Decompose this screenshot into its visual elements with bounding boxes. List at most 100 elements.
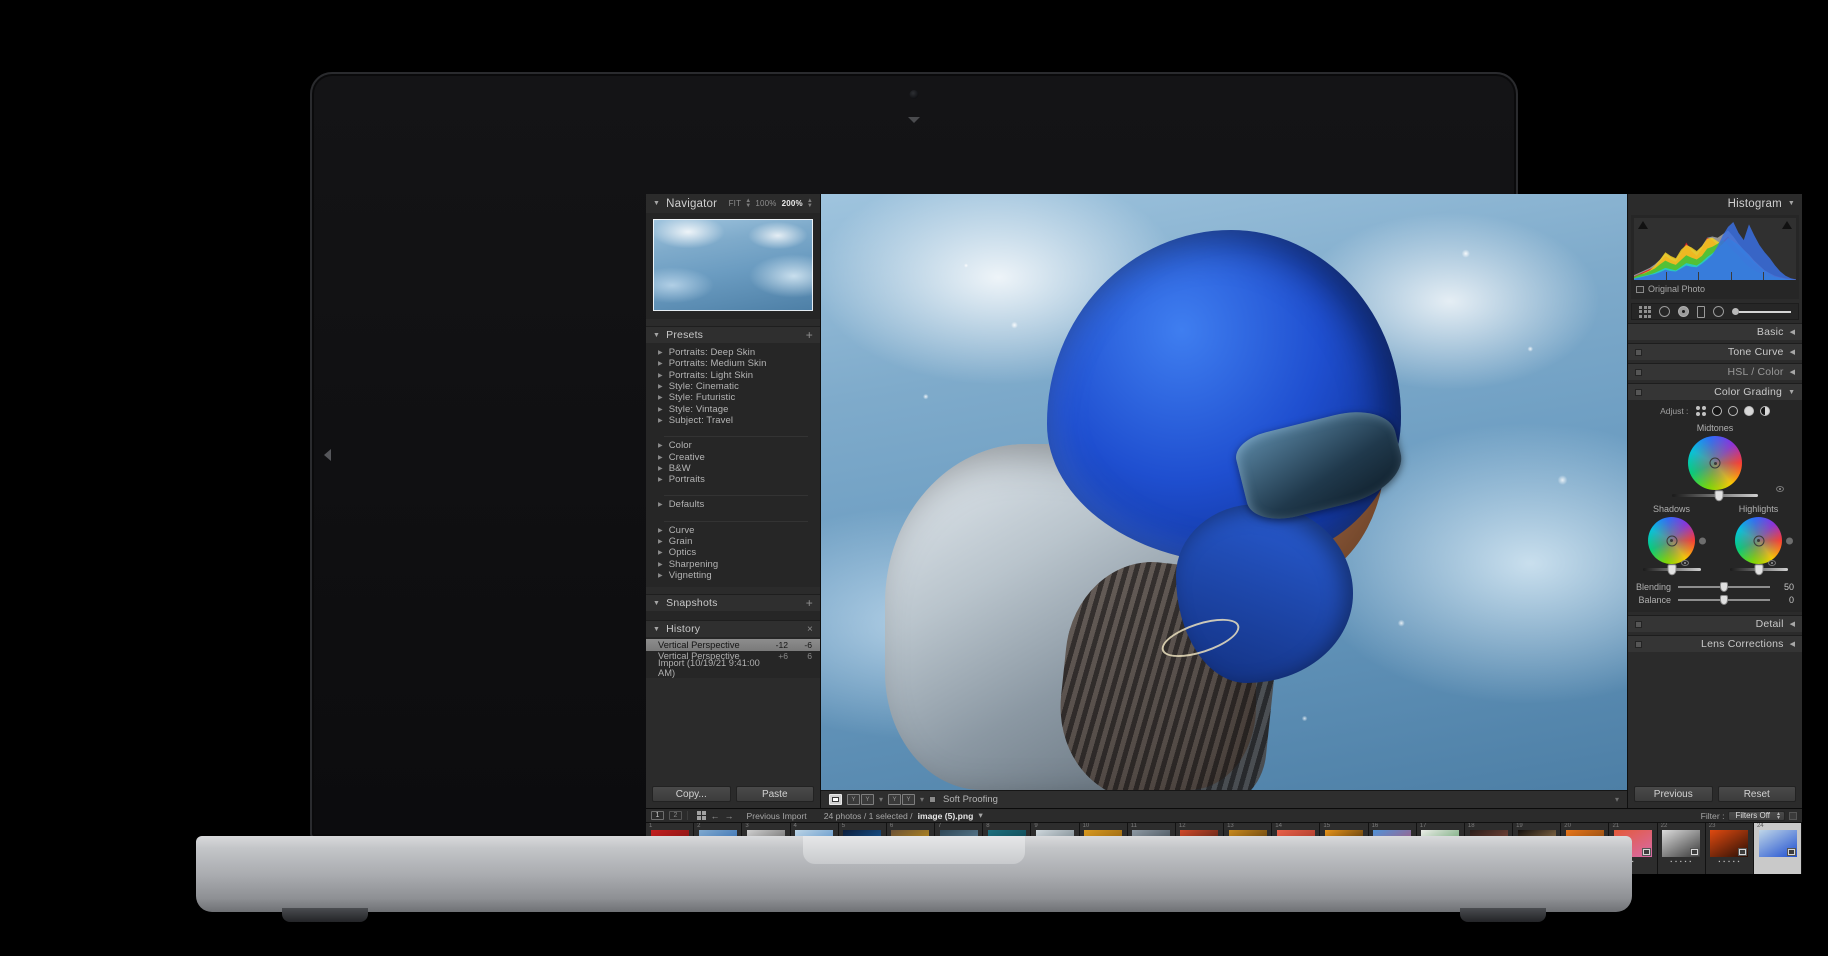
preset-expand-icon[interactable]: ▶: [658, 501, 663, 508]
adjust-all-icon[interactable]: [1696, 406, 1706, 416]
midtones-luminance-thumb[interactable]: [1714, 489, 1724, 501]
section-enable-switch[interactable]: [1635, 388, 1642, 396]
section-disclosure-icon[interactable]: ◀: [1790, 620, 1795, 628]
section-header-color-grading[interactable]: Color Grading ▼: [1628, 383, 1802, 400]
preset-group-item[interactable]: ▶ Portraits: Medium Skin: [646, 358, 820, 369]
preset-group-item[interactable]: ▶ Portraits: Light Skin: [646, 370, 820, 381]
add-snapshot-button[interactable]: +: [806, 597, 813, 609]
loupe-view-icon[interactable]: [829, 794, 842, 805]
filmstrip-source-label[interactable]: Previous Import: [747, 811, 807, 821]
radial-filter-icon[interactable]: [1713, 306, 1724, 317]
filter-preset-select[interactable]: Filters Off ▲ ▼: [1728, 810, 1785, 821]
filmstrip-thumbnail[interactable]: 23 ▪ ▪ ▪ ▪ ▪: [1705, 823, 1754, 874]
thumbnail-image[interactable]: [1662, 830, 1701, 857]
preset-expand-icon[interactable]: ▶: [658, 417, 663, 424]
thumbnail-image[interactable]: [1758, 830, 1797, 857]
preset-group-item[interactable]: ▶ Optics: [646, 547, 820, 558]
section-disclosure-icon[interactable]: ◀: [1790, 368, 1795, 376]
preset-expand-icon[interactable]: ▶: [658, 406, 663, 413]
filmstrip-thumbnail[interactable]: 22 ▪ ▪ ▪ ▪ ▪: [1657, 823, 1706, 874]
section-header-lens-corrections[interactable]: Lens Corrections ◀: [1628, 635, 1802, 652]
preset-group-item[interactable]: ▶ Sharpening: [646, 558, 820, 570]
shadows-luminance-track[interactable]: [1642, 563, 1701, 575]
filter-toggle-icon[interactable]: [1789, 811, 1797, 820]
previous-button[interactable]: Previous: [1634, 786, 1713, 802]
preset-expand-icon[interactable]: ▶: [658, 349, 663, 356]
preset-group-item[interactable]: ▶ Grain: [646, 536, 820, 547]
highlights-color-wheel[interactable]: [1735, 517, 1793, 564]
masking-icon[interactable]: [1678, 306, 1689, 317]
spot-removal-icon[interactable]: [1659, 306, 1670, 317]
paste-button[interactable]: Paste: [735, 786, 814, 802]
thumbnail-develop-badge[interactable]: [1690, 848, 1700, 856]
preset-expand-icon[interactable]: ▶: [658, 527, 663, 534]
preset-group-item[interactable]: ▶ Subject: Travel: [646, 415, 820, 426]
adjust-global-icon[interactable]: [1759, 406, 1770, 416]
preset-expand-icon[interactable]: ▶: [658, 372, 663, 379]
histogram-header[interactable]: Histogram ▼: [1628, 194, 1802, 213]
highlights-saturation-knob[interactable]: [1786, 537, 1793, 544]
red-eye-icon[interactable]: [1697, 305, 1705, 318]
preset-expand-icon[interactable]: ▶: [658, 394, 663, 401]
section-header-basic[interactable]: Basic ◀: [1628, 323, 1802, 340]
midtones-color-wheel[interactable]: [1688, 436, 1742, 490]
photo-viewport[interactable]: [821, 194, 1627, 790]
thumbnail-image[interactable]: [1710, 830, 1749, 857]
section-enable-switch[interactable]: [1635, 640, 1642, 648]
histogram-chart[interactable]: [1634, 218, 1796, 280]
current-filename[interactable]: image (5).png: [918, 811, 974, 821]
preset-group-item[interactable]: ▶ B&W: [646, 463, 820, 474]
brush-size-track[interactable]: [1739, 310, 1791, 313]
preset-group-item[interactable]: ▶ Color: [646, 440, 820, 451]
section-header-hsl-color[interactable]: HSL / Color ◀: [1628, 363, 1802, 380]
history-row[interactable]: Import (10/19/21 9:41:00 AM): [646, 658, 820, 678]
preset-group-item[interactable]: ▶ Creative: [646, 451, 820, 463]
before-after-dropdown-caret-2[interactable]: ▾: [920, 795, 924, 804]
thumbnail-star-rating[interactable]: ▪: [1632, 859, 1635, 865]
zoom-200[interactable]: 200%: [781, 199, 804, 208]
original-photo-checkbox-icon[interactable]: [1636, 285, 1644, 293]
thumbnail-develop-badge[interactable]: [1642, 848, 1652, 856]
history-disclosure-icon[interactable]: ▼: [653, 626, 660, 633]
midtones-wheel-handle[interactable]: [1709, 457, 1721, 469]
thumbnail-develop-badge[interactable]: [1738, 848, 1748, 856]
preset-group-item[interactable]: ▶ Curve: [646, 525, 820, 536]
go-back-icon[interactable]: ←: [711, 811, 720, 821]
highlights-wheel-handle[interactable]: [1753, 535, 1764, 546]
preset-expand-icon[interactable]: ▶: [658, 360, 663, 367]
thumbnail-star-rating[interactable]: ▪ ▪ ▪ ▪ ▪: [1719, 859, 1741, 865]
screen-1-button[interactable]: 1: [651, 811, 664, 820]
before-after-left-right-icon[interactable]: YY: [847, 794, 874, 805]
history-header[interactable]: ▼ History ×: [646, 620, 820, 638]
go-forward-icon[interactable]: →: [725, 811, 734, 821]
adjust-midtones-icon[interactable]: [1727, 406, 1738, 416]
history-row[interactable]: Vertical Perspective -12 -6: [646, 639, 820, 651]
photo-image[interactable]: [821, 194, 1627, 790]
navigator-disclosure-icon[interactable]: ▼: [653, 200, 660, 207]
adjust-highlights-icon[interactable]: [1743, 406, 1754, 416]
preset-group-item[interactable]: ▶ Vignetting: [646, 570, 820, 581]
preset-group-item[interactable]: ▶ Style: Vintage: [646, 403, 820, 415]
section-header-tone-curve[interactable]: Tone Curve ◀: [1628, 343, 1802, 360]
slider-thumb[interactable]: [1720, 594, 1728, 605]
crop-overlay-icon[interactable]: [1639, 305, 1651, 318]
reset-button[interactable]: Reset: [1717, 786, 1796, 802]
preset-expand-icon[interactable]: ▶: [658, 538, 663, 545]
preset-group-item[interactable]: ▶ Portraits: Deep Skin: [646, 347, 820, 358]
left-panel-collapse-arrow[interactable]: [324, 449, 331, 461]
filmstrip-dropdown-caret[interactable]: ▾: [978, 810, 982, 821]
preset-group-item[interactable]: ▶ Defaults: [646, 499, 820, 510]
copy-button[interactable]: Copy...: [652, 786, 731, 802]
snapshots-disclosure-icon[interactable]: ▼: [653, 600, 660, 607]
toolbar-options-caret[interactable]: ▾: [1615, 795, 1619, 804]
thumbnail-develop-badge[interactable]: [1786, 848, 1796, 856]
preset-expand-icon[interactable]: ▶: [658, 465, 663, 472]
slider-track[interactable]: [1678, 581, 1770, 592]
navigator-thumbnail[interactable]: [653, 219, 813, 311]
preset-expand-icon[interactable]: ▶: [658, 561, 663, 568]
shadows-luminance-thumb[interactable]: [1667, 563, 1676, 575]
section-disclosure-icon[interactable]: ◀: [1790, 640, 1795, 648]
snapshots-header[interactable]: ▼ Snapshots +: [646, 594, 820, 612]
presets-disclosure-icon[interactable]: ▼: [653, 332, 660, 339]
brush-size-slider[interactable]: [1732, 308, 1791, 315]
